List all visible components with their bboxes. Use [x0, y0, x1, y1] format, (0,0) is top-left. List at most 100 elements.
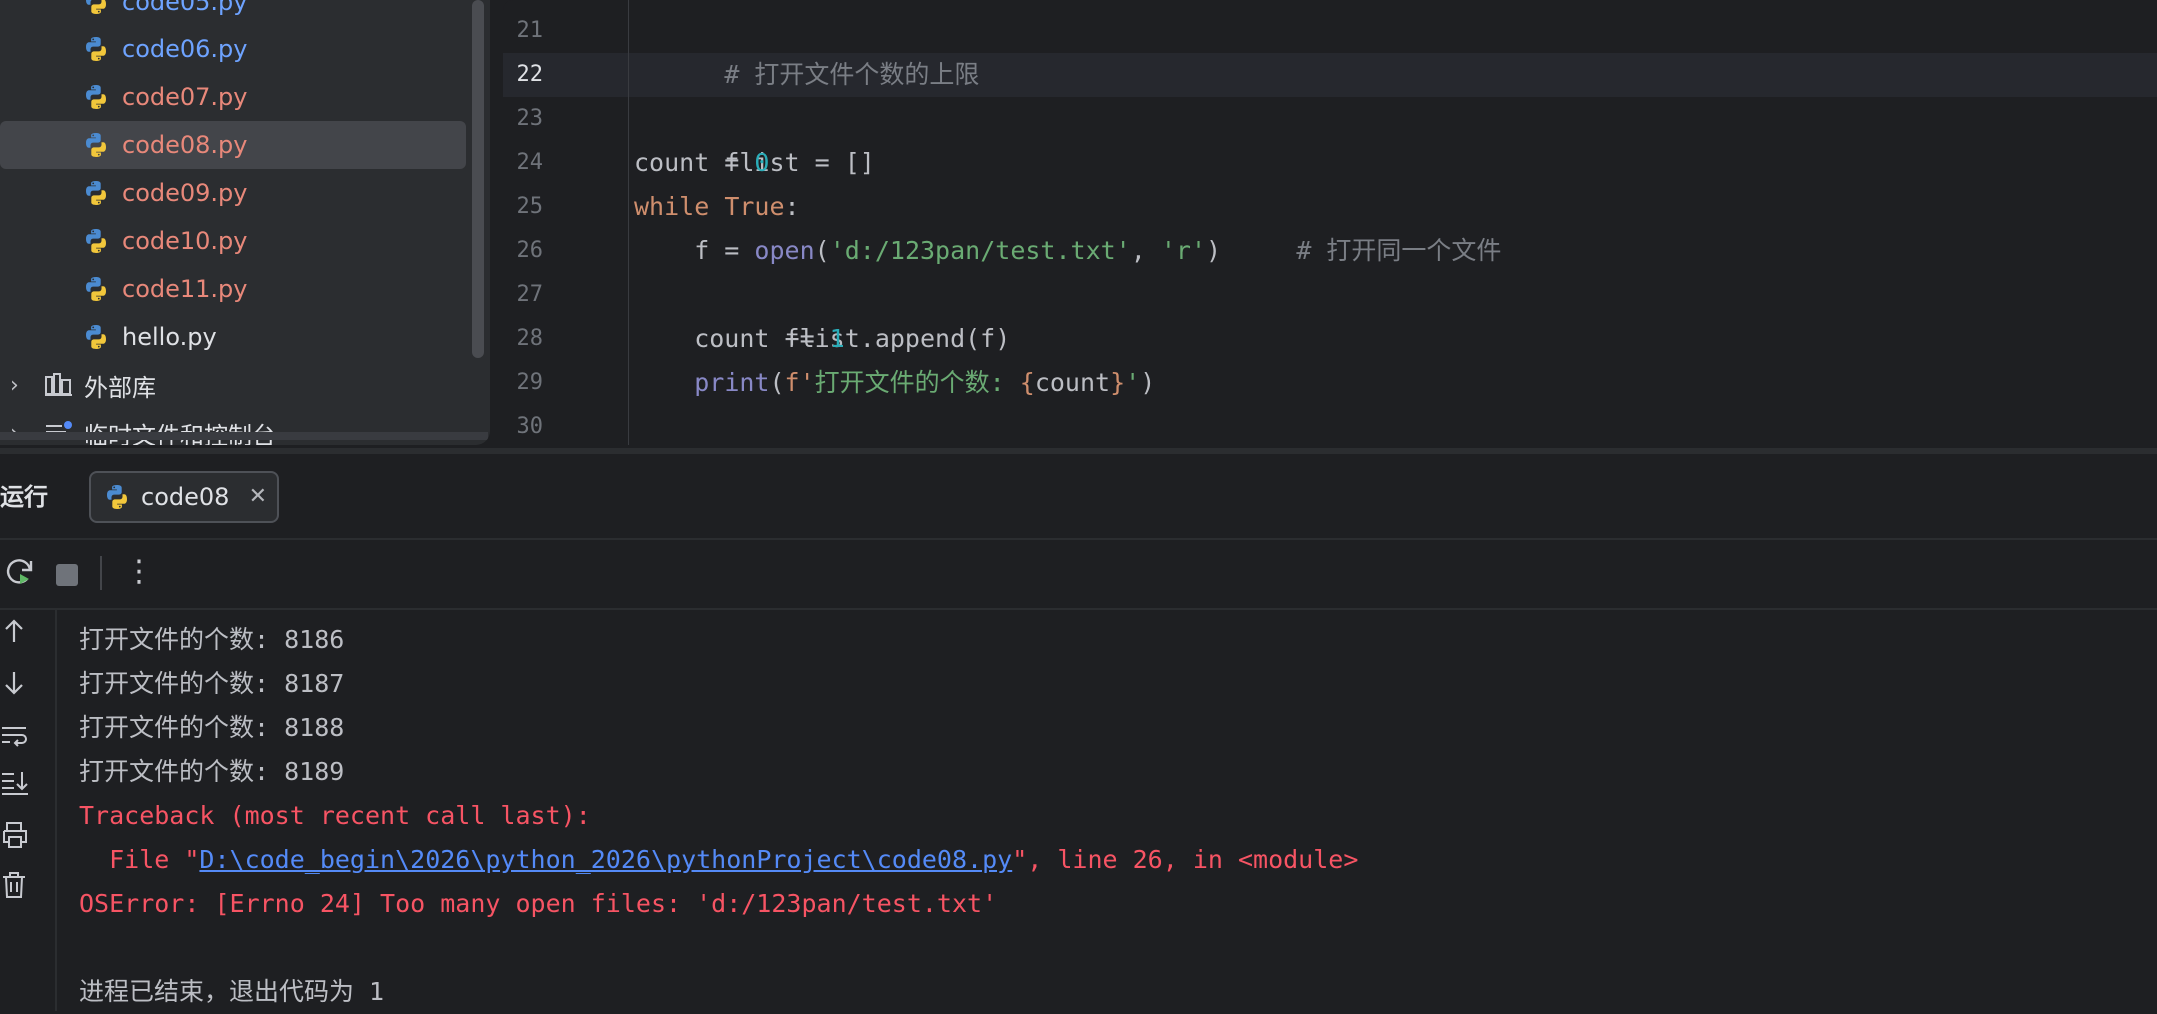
brace: }	[1110, 368, 1126, 397]
paren: (	[814, 236, 830, 265]
tree-file-code08-selected[interactable]: code08.py	[0, 121, 466, 169]
scroll-to-end-icon[interactable]	[0, 768, 30, 798]
file-name: code10.py	[122, 227, 248, 255]
external-libraries-label: 外部库	[84, 373, 156, 402]
print-icon[interactable]	[0, 820, 30, 850]
line-number: 27	[516, 282, 544, 307]
python-file-icon	[82, 83, 110, 111]
divider	[55, 610, 57, 1011]
more-options-icon[interactable]: ⋮	[124, 552, 154, 592]
tree-file-hello[interactable]: hello.py	[0, 313, 466, 361]
console-line: 打开文件的个数: 8188	[79, 713, 345, 742]
soft-wrap-icon[interactable]	[0, 720, 30, 750]
file-name: code11.py	[122, 275, 248, 303]
stop-icon[interactable]	[56, 564, 78, 586]
builtin: print	[694, 368, 770, 397]
tree-file-code09[interactable]: code09.py	[0, 169, 466, 217]
tree-file-code05[interactable]: code05.py	[0, 0, 466, 26]
traceback-header: Traceback (most recent call last):	[79, 801, 591, 830]
brace: {	[1019, 368, 1035, 397]
code-text: :	[784, 192, 800, 221]
string-literal: 打开文件的个数:	[814, 368, 1020, 397]
error-message: OSError: [Errno 24] Too many open files:…	[79, 889, 998, 918]
code-line-21: # 打开文件个数的上限	[634, 9, 979, 89]
code-line-27: flist.append(f)	[634, 273, 1011, 353]
tree-file-code10[interactable]: code10.py	[0, 217, 466, 265]
panel-splitter[interactable]	[0, 448, 2157, 454]
string-literal: 'r'	[1160, 236, 1206, 265]
python-file-icon	[82, 275, 110, 303]
python-file-icon	[82, 227, 110, 255]
file-name: code09.py	[122, 179, 248, 207]
toolbar-separator	[100, 556, 102, 590]
python-file-icon	[82, 35, 110, 63]
tree-file-code07[interactable]: code07.py	[0, 73, 466, 121]
rerun-icon[interactable]	[4, 556, 36, 588]
code-line-25: while True:	[634, 185, 800, 229]
line-number-current: 22	[516, 62, 544, 87]
file-path-link[interactable]: D:\code_begin\2026\python_2026\pythonPro…	[199, 845, 1012, 874]
line-number: 29	[516, 370, 544, 395]
code-line-29: print(f'打开文件的个数: {count}')	[634, 361, 1155, 405]
run-title: 运行	[0, 483, 48, 511]
tree-file-code06[interactable]: code06.py	[0, 25, 466, 73]
tree-scrollbar[interactable]	[472, 0, 484, 358]
comment: # 打开文件个数的上限	[724, 60, 980, 89]
code-text: f =	[634, 236, 755, 265]
project-panel: code05.py code06.py code07.py code08.py …	[0, 0, 490, 445]
code-line-28: count += 1	[634, 317, 845, 361]
tree-external-libraries[interactable]: › 外部库	[0, 361, 466, 409]
number-literal: 1	[829, 324, 845, 353]
run-tab-code08[interactable]: code08 ✕	[89, 471, 279, 523]
tree-file-code11[interactable]: code11.py	[0, 265, 466, 313]
scratches-label: 临时文件和控制台	[84, 416, 276, 446]
paren: (	[769, 368, 785, 397]
number-literal: 0	[754, 148, 770, 177]
file-name: code06.py	[122, 35, 248, 63]
gutter-separator	[628, 0, 629, 445]
run-tab-label: code08	[141, 483, 230, 511]
close-icon[interactable]: ✕	[249, 485, 267, 509]
code-editor[interactable]: 21 22 23 24 25 26 27 28 29 30 # 打开文件个数的上…	[503, 0, 2157, 445]
python-file-icon	[103, 483, 131, 511]
code-line-26: f = open('d:/123pan/test.txt', 'r') # 打开…	[634, 229, 1501, 273]
python-file-icon	[82, 0, 110, 16]
code-line-24: count = 0	[634, 141, 769, 185]
top-area: code05.py code06.py code07.py code08.py …	[0, 0, 2157, 452]
traceback-prefix: File "	[79, 845, 200, 874]
console-line: 打开文件的个数: 8186	[79, 625, 345, 654]
run-tool-window: 运行 code08 ✕ ⋮ 打开文件的个数: 8186 打开文件的个数: 818…	[0, 456, 2157, 1011]
code-text: count +=	[634, 324, 830, 353]
file-name: hello.py	[122, 323, 217, 351]
keyword: while	[634, 192, 710, 221]
code-text: count =	[634, 148, 755, 177]
python-file-icon	[82, 179, 110, 207]
paren: )	[1206, 236, 1222, 265]
line-number: 25	[516, 194, 544, 219]
line-number: 21	[516, 18, 544, 43]
python-file-icon	[82, 323, 110, 351]
string-literal: 'd:/123pan/test.txt'	[829, 236, 1131, 265]
chevron-right-icon[interactable]: ›	[10, 373, 28, 398]
arrow-down-icon[interactable]	[0, 668, 30, 698]
comment: # 打开同一个文件	[1221, 236, 1502, 265]
console-output[interactable]: 打开文件的个数: 8186 打开文件的个数: 8187 打开文件的个数: 818…	[79, 618, 2149, 1011]
tree-horizontal-scrollbar[interactable]	[0, 432, 488, 440]
divider	[0, 608, 2157, 610]
file-name: code07.py	[122, 83, 248, 111]
console-side-actions	[0, 616, 40, 1011]
python-file-icon	[82, 131, 110, 159]
file-name: code05.py	[122, 0, 248, 16]
line-number: 24	[516, 150, 544, 175]
trash-icon[interactable]	[0, 870, 30, 900]
line-number: 23	[516, 106, 544, 131]
run-toolbar: ⋮	[0, 540, 2157, 606]
quote: '	[1125, 368, 1141, 397]
keyword: True	[724, 192, 785, 221]
variable: count	[1034, 368, 1111, 397]
line-number: 28	[516, 326, 544, 351]
fstring-prefix: f'	[784, 368, 815, 397]
arrow-up-icon[interactable]	[0, 616, 30, 646]
builtin: open	[754, 236, 815, 265]
